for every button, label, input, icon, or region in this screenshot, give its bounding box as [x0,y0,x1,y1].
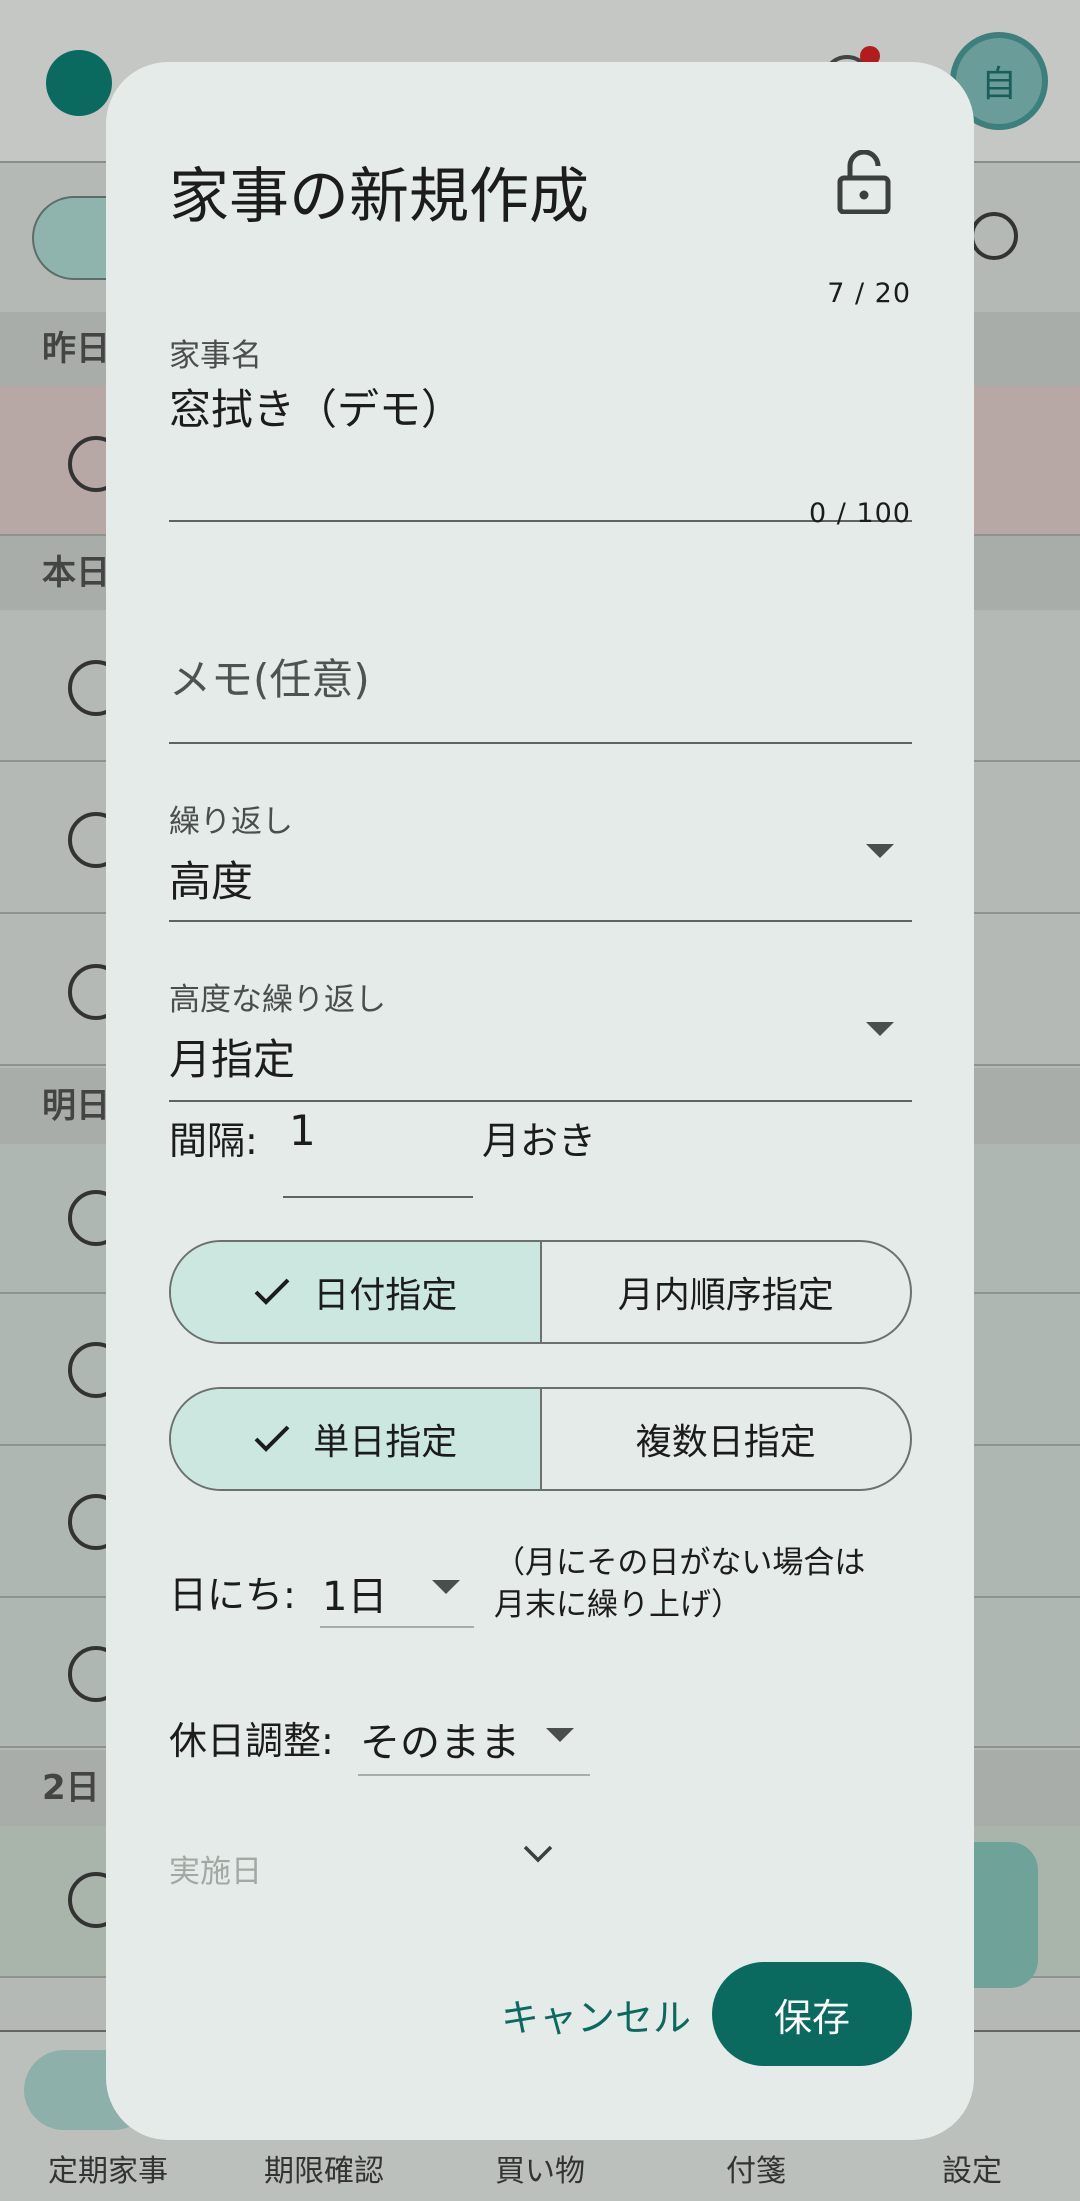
dropdown-arrow-icon [866,844,894,858]
holiday-adjust-label: 休日調整: [169,1719,334,1763]
chore-name-label: 家事名 [169,338,262,374]
name-char-counter: 7 / 20 [827,278,911,309]
check-icon [254,1425,290,1452]
memo-placeholder: メモ(任意) [169,655,370,704]
interval-unit: 月おき [482,1119,597,1163]
nav-item-deadline: 期限確認 [264,2154,384,2189]
chevron-down-icon[interactable] [522,1842,554,1866]
dialog-title: 家事の新規作成 [169,162,589,232]
segment-order-in-month[interactable]: 月内順序指定 [539,1242,911,1342]
unlock-icon[interactable] [836,150,892,214]
interval-input[interactable]: 1 [283,1092,473,1198]
repeat-value: 高度 [169,857,254,906]
holiday-adjust-select[interactable]: そのまま [358,1692,590,1776]
app-logo [46,50,112,116]
dropdown-arrow-icon [546,1728,574,1742]
repeat-label: 繰り返し [169,804,293,840]
segment-label: 単日指定 [313,1422,458,1463]
day-type-segmented: 単日指定 複数日指定 [169,1387,912,1491]
date-mode-segmented: 日付指定 月内順序指定 [169,1240,912,1344]
segment-label: 日付指定 [313,1275,458,1316]
cancel-button[interactable]: キャンセル [486,1962,706,2066]
interval-label: 間隔: [169,1119,258,1163]
check-icon [254,1278,290,1305]
day-note: （月にその日がない場合は 月末に繰り上げ） [494,1545,866,1623]
nav-item-sticky: 付箋 [726,2154,786,2189]
segment-label: 複数日指定 [635,1422,816,1463]
save-button[interactable]: 保存 [712,1962,912,2066]
chore-name-value: 窓拭き（デモ） [169,385,464,434]
memo-field[interactable]: メモ(任意) [169,582,912,744]
day-label: 日にち: [169,1573,296,1617]
advanced-repeat-value: 月指定 [169,1035,296,1084]
day-select[interactable]: 1日 [320,1546,474,1628]
day-value: 1日 [322,1574,388,1620]
create-chore-dialog: 家事の新規作成 7 / 20 家事名 窓拭き（デモ） 0 / 100 メモ(任意… [106,62,974,2140]
holiday-adjust-value: そのまま [360,1720,520,1766]
advanced-repeat-label: 高度な繰り返し [169,982,386,1018]
nav-item-shopping: 買い物 [495,2154,585,2189]
execution-day-label: 実施日 [169,1854,262,1890]
advanced-repeat-select[interactable]: 高度な繰り返し 月指定 [169,914,912,1102]
dropdown-arrow-icon [432,1580,460,1594]
nav-item-settings: 設定 [942,2154,1002,2189]
segment-label: 月内順序指定 [617,1275,834,1316]
repeat-select[interactable]: 繰り返し 高度 [169,734,912,922]
history-icon [970,212,1018,260]
memo-char-counter: 0 / 100 [809,498,911,529]
segment-date-specified[interactable]: 日付指定 [171,1242,540,1342]
dropdown-arrow-icon [866,1022,894,1036]
nav-item-recurring: 定期家事 [48,2154,168,2189]
segment-single-day[interactable]: 単日指定 [171,1389,540,1489]
interval-value: 1 [289,1106,316,1155]
segment-multiple-days[interactable]: 複数日指定 [539,1389,911,1489]
chore-name-field[interactable]: 家事名 窓拭き（デモ） [169,330,912,522]
